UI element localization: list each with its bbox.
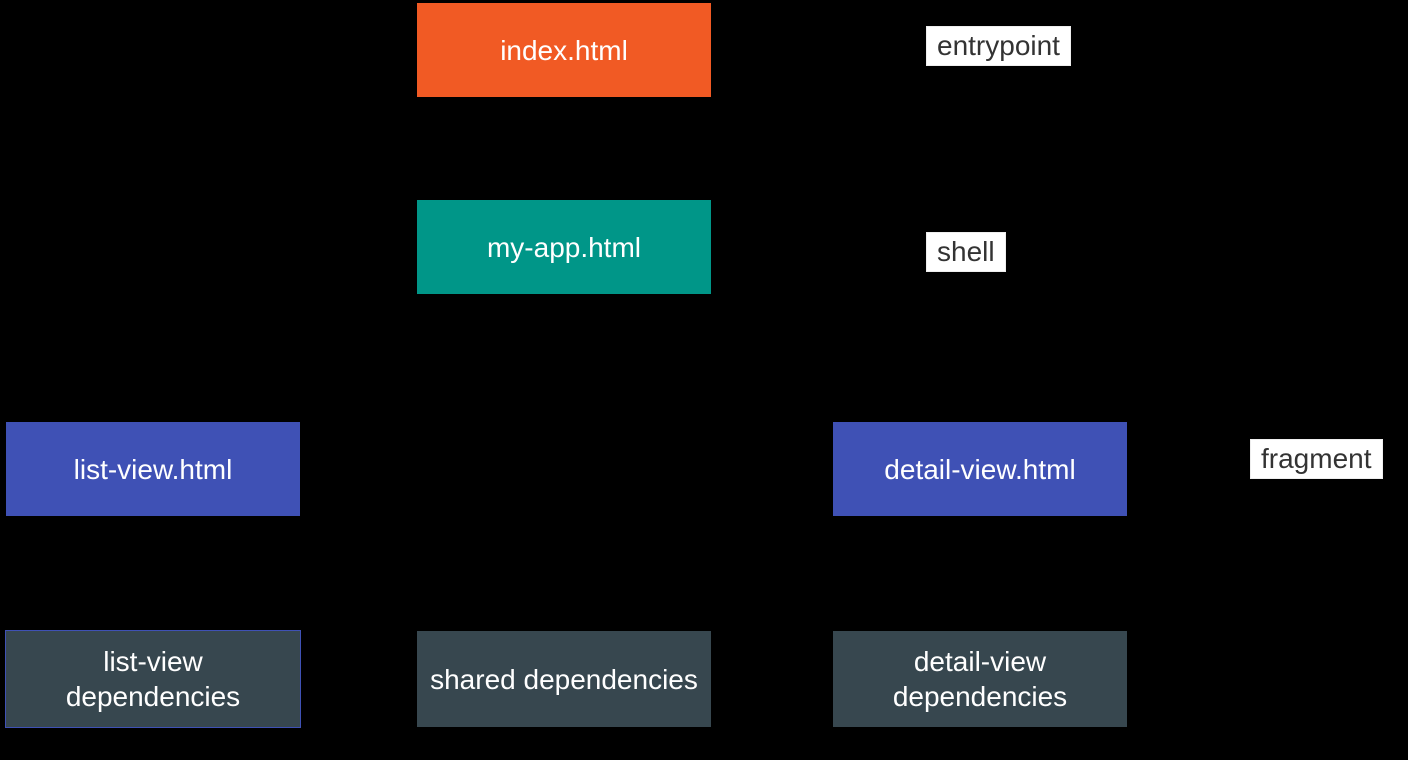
node-index: index.html [416, 2, 712, 98]
label-shell-text: shell [937, 236, 995, 267]
label-entrypoint-text: entrypoint [937, 30, 1060, 61]
node-listview-text: list-view.html [74, 452, 233, 487]
node-detaildeps: detail-view dependencies [832, 630, 1128, 728]
label-shell: shell [926, 232, 1006, 272]
label-entrypoint: entrypoint [926, 26, 1071, 66]
label-fragment: fragment [1250, 439, 1383, 479]
node-detailview: detail-view.html [832, 421, 1128, 517]
node-shareddeps: shared dependencies [416, 630, 712, 728]
node-myapp: my-app.html [416, 199, 712, 295]
node-listdeps: list-view dependencies [5, 630, 301, 728]
node-listdeps-text: list-view dependencies [14, 644, 292, 714]
label-fragment-text: fragment [1261, 443, 1372, 474]
node-listview: list-view.html [5, 421, 301, 517]
node-detailview-text: detail-view.html [884, 452, 1075, 487]
node-detaildeps-text: detail-view dependencies [841, 644, 1119, 714]
node-shareddeps-text: shared dependencies [430, 662, 698, 697]
node-myapp-text: my-app.html [487, 230, 641, 265]
node-index-text: index.html [500, 33, 628, 68]
